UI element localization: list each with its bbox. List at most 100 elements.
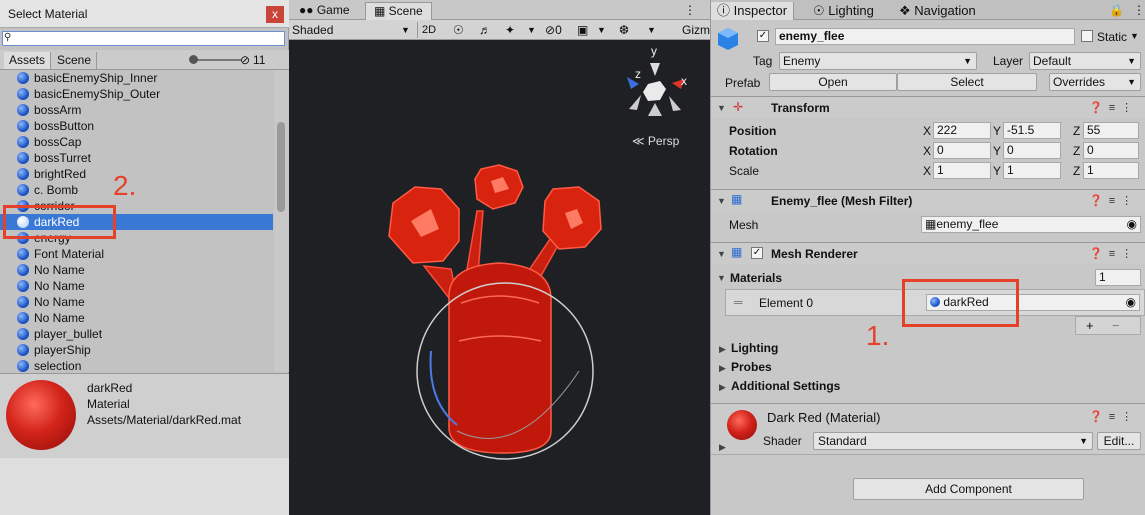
tools-chevron-icon[interactable]: ▼ — [647, 22, 656, 38]
list-item[interactable]: bossCap — [0, 134, 273, 150]
layer-dropdown[interactable]: Default ▼ — [1029, 52, 1141, 70]
persp-label[interactable]: ≪ Persp — [632, 134, 680, 148]
material-foldout-icon[interactable]: ▶ — [719, 442, 726, 453]
active-checkbox[interactable]: ✓ — [757, 30, 769, 42]
rotation-z-label[interactable]: Z — [1073, 144, 1080, 158]
effects-toggle-icon[interactable]: ✦ — [505, 22, 515, 38]
more-icon[interactable]: ⋮ — [1133, 3, 1145, 17]
list-scrollbar[interactable] — [274, 70, 289, 372]
add-component-button[interactable]: Add Component — [853, 478, 1084, 500]
position-y-label[interactable]: Y — [993, 124, 1001, 138]
list-item[interactable]: basicEnemyShip_Outer — [0, 86, 273, 102]
hidden-objects-icon[interactable]: ⊘0 — [545, 22, 562, 38]
scrollbar-thumb[interactable] — [277, 122, 285, 212]
audio-toggle-icon[interactable]: ♬ — [479, 22, 491, 38]
collapse-triangle-icon[interactable]: ▼ — [717, 249, 726, 259]
tab-assets[interactable]: Assets — [4, 52, 52, 69]
remove-element-button[interactable]: − — [1112, 318, 1120, 333]
drag-handle-icon[interactable]: ═ — [734, 295, 743, 309]
tab-scene-view[interactable]: ▦ Scene — [365, 2, 432, 20]
prefab-select-button[interactable]: Select — [897, 73, 1037, 91]
materials-triangle-icon[interactable]: ▼ — [717, 273, 726, 283]
probes-foldout-icon[interactable]: ▶ — [719, 363, 726, 374]
shading-dropdown[interactable]: Shaded — [292, 22, 333, 38]
scale-z-field[interactable]: 1 — [1083, 162, 1139, 179]
camera-icon[interactable]: ▣ — [577, 22, 588, 38]
zoom-slider-thumb[interactable] — [189, 55, 198, 64]
mesh-filter-header[interactable]: ▼ ▦ Enemy_flee (Mesh Filter) ❓≡⋮ — [711, 189, 1145, 211]
lighting-toggle-icon[interactable]: ☉ — [453, 22, 464, 38]
scale-z-label[interactable]: Z — [1073, 164, 1080, 178]
component-header-icons[interactable]: ❓≡⋮ — [1089, 247, 1138, 260]
tab-inspector[interactable]: ⓘ Inspector — [711, 2, 795, 20]
position-z-field[interactable]: 55 — [1083, 122, 1139, 139]
list-item[interactable]: No Name — [0, 278, 273, 294]
additional-settings-foldout[interactable]: Additional Settings — [731, 379, 840, 393]
object-picker-icon[interactable]: ◉ — [1126, 295, 1136, 310]
list-item[interactable]: No Name — [0, 310, 273, 326]
list-item[interactable]: bossTurret — [0, 150, 273, 166]
rotation-x-field[interactable]: 0 — [933, 142, 991, 159]
more-icon[interactable]: ⋮ — [684, 3, 696, 17]
object-picker-icon[interactable]: ◉ — [1127, 217, 1137, 232]
lock-icon[interactable]: 🔒 — [1109, 3, 1124, 17]
zoom-slider[interactable] — [196, 59, 241, 61]
static-checkbox[interactable] — [1081, 30, 1093, 42]
lighting-foldout[interactable]: Lighting — [731, 341, 778, 355]
mesh-renderer-header[interactable]: ▼ ▦ ✓ Mesh Renderer ❓≡⋮ — [711, 242, 1145, 264]
collapse-triangle-icon[interactable]: ▼ — [717, 103, 726, 113]
position-y-field[interactable]: -51.5 — [1003, 122, 1061, 139]
list-item[interactable]: Font Material — [0, 246, 273, 262]
hidden-eye-icon[interactable]: ⊘ — [240, 53, 250, 67]
list-item[interactable]: bossArm — [0, 102, 273, 118]
tag-dropdown[interactable]: Enemy ▼ — [779, 52, 977, 70]
object-name-field[interactable]: enemy_flee — [775, 28, 1075, 45]
scale-x-label[interactable]: X — [923, 164, 931, 178]
list-item[interactable]: player_bullet — [0, 326, 273, 342]
gizmos-dropdown[interactable]: Gizm — [682, 22, 710, 38]
list-item[interactable]: selection — [0, 358, 273, 372]
list-item[interactable]: bossButton — [0, 118, 273, 134]
scale-x-field[interactable]: 1 — [933, 162, 991, 179]
edit-shader-button[interactable]: Edit... — [1097, 432, 1141, 450]
tab-lighting[interactable]: ☉ Lighting — [807, 2, 880, 20]
position-x-field[interactable]: 222 — [933, 122, 991, 139]
component-header-icons[interactable]: ❓≡⋮ — [1089, 194, 1138, 207]
probes-foldout[interactable]: Probes — [731, 360, 772, 374]
collapse-triangle-icon[interactable]: ▼ — [717, 196, 726, 206]
add-element-button[interactable]: + — [1086, 318, 1094, 333]
scale-y-field[interactable]: 1 — [1003, 162, 1061, 179]
scene-canvas[interactable]: y z x ≪ Persp — [289, 41, 710, 515]
enemy-model[interactable] — [388, 164, 602, 454]
materials-label[interactable]: Materials — [730, 271, 782, 285]
list-item[interactable]: c. Bomb — [0, 182, 273, 198]
position-z-label[interactable]: Z — [1073, 124, 1080, 138]
close-button[interactable]: x — [266, 6, 284, 23]
orientation-gizmo[interactable]: y z x — [627, 44, 687, 116]
search-input[interactable]: ⚲ — [2, 31, 285, 46]
tools-icon[interactable]: ❆ — [619, 22, 629, 38]
rotation-y-label[interactable]: Y — [993, 144, 1001, 158]
list-item[interactable]: playerShip — [0, 342, 273, 358]
list-item[interactable]: brightRed — [0, 166, 273, 182]
transform-header[interactable]: ▼ ✛ Transform ❓≡⋮ — [711, 96, 1145, 118]
2d-toggle[interactable]: 2D — [417, 22, 436, 38]
overrides-dropdown[interactable]: Overrides ▼ — [1049, 73, 1141, 91]
scale-y-label[interactable]: Y — [993, 164, 1001, 178]
static-chevron-icon[interactable]: ▼ — [1130, 31, 1139, 41]
tab-game[interactable]: ●● Game — [291, 2, 358, 20]
additional-settings-foldout-icon[interactable]: ▶ — [719, 382, 726, 393]
rotation-x-label[interactable]: X — [923, 144, 931, 158]
rotation-y-field[interactable]: 0 — [1003, 142, 1061, 159]
list-item[interactable]: basicEnemyShip_Inner — [0, 70, 273, 86]
effects-chevron-icon[interactable]: ▼ — [527, 22, 536, 38]
rotation-z-field[interactable]: 0 — [1083, 142, 1139, 159]
mesh-field[interactable]: ▦enemy_flee ◉ — [921, 216, 1141, 233]
tab-navigation[interactable]: ❖ Navigation — [893, 2, 982, 20]
shader-dropdown[interactable]: Standard ▼ — [813, 432, 1093, 450]
materials-size-field[interactable]: 1 — [1095, 269, 1141, 286]
lighting-foldout-icon[interactable]: ▶ — [719, 344, 726, 355]
mesh-renderer-enabled-checkbox[interactable]: ✓ — [751, 247, 763, 259]
component-header-icons[interactable]: ❓≡⋮ — [1089, 410, 1138, 423]
list-item[interactable]: No Name — [0, 294, 273, 310]
